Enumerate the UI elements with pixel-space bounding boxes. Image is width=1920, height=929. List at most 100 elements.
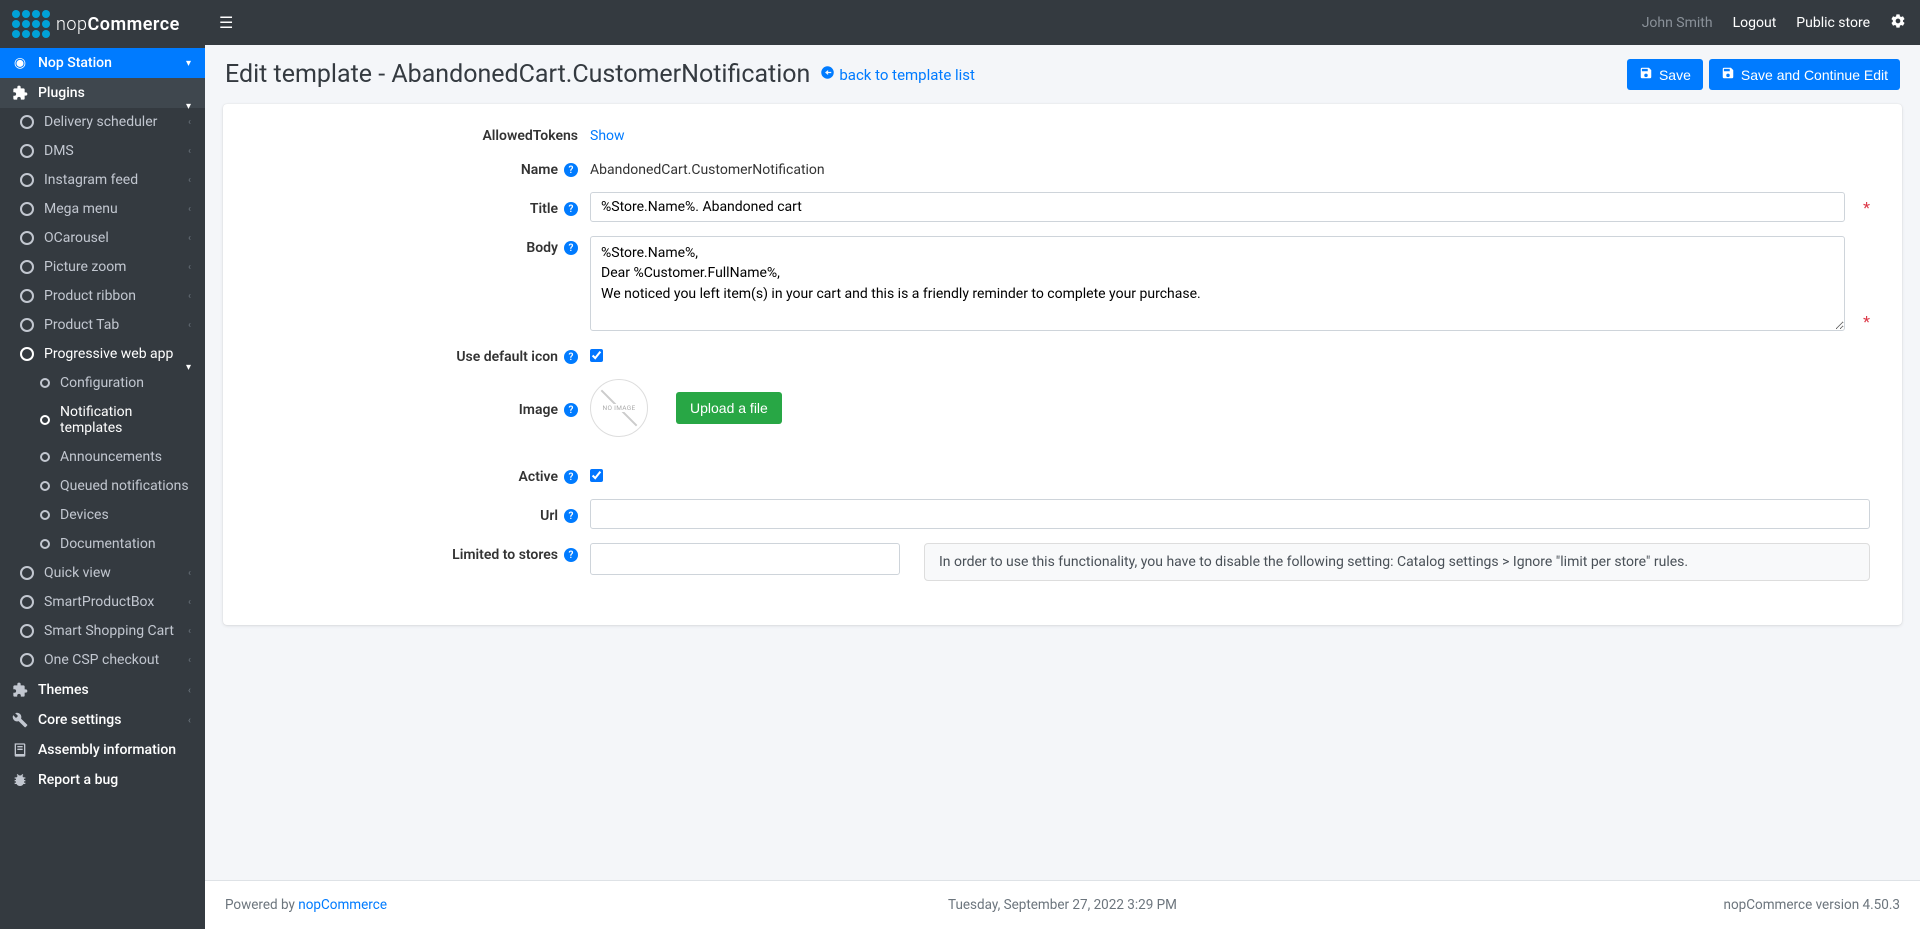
sidebar-item-report-bug[interactable]: Report a bug — [0, 765, 205, 795]
chevron-left-icon: ‹ — [188, 204, 191, 215]
sidebar-item-label: Themes — [38, 682, 89, 698]
sidebar-item[interactable]: OCarousel‹ — [0, 224, 205, 253]
title-input[interactable] — [590, 192, 1845, 222]
sidebar-item-label: Report a bug — [38, 772, 118, 788]
sidebar-item-themes[interactable]: Themes ‹ — [0, 675, 205, 705]
sidebar: nopCommerce ◉ Nop Station ▾ Plugins ▾ De… — [0, 0, 205, 929]
sidebar-item-assembly-info[interactable]: Assembly information — [0, 735, 205, 765]
logo-icon — [12, 10, 50, 38]
limited-stores-select[interactable] — [590, 543, 900, 575]
help-icon[interactable]: ? — [564, 470, 578, 484]
form-card: AllowedTokens Show Name ? AbandonedCart.… — [223, 104, 1902, 625]
settings-button[interactable] — [1890, 13, 1906, 33]
sidebar-item[interactable]: Quick view‹ — [0, 559, 205, 588]
sidebar-child-item[interactable]: Notification templates — [0, 398, 205, 443]
circle-icon — [20, 347, 34, 361]
sidebar-item-label: Configuration — [60, 375, 144, 391]
sidebar-item[interactable]: Smart Shopping Cart‹ — [0, 617, 205, 646]
name-label: Name — [521, 162, 558, 178]
circle-icon — [40, 510, 50, 520]
help-icon[interactable]: ? — [564, 241, 578, 255]
bug-icon — [12, 772, 28, 788]
sidebar-item[interactable]: Delivery scheduler‹ — [0, 108, 205, 137]
sidebar-child-item[interactable]: Devices — [0, 501, 205, 530]
image-label: Image — [519, 402, 558, 418]
body-textarea[interactable] — [590, 236, 1845, 331]
sidebar-item-label: Documentation — [60, 536, 156, 552]
sidebar-item-label: Nop Station — [38, 55, 112, 71]
save-continue-button[interactable]: Save and Continue Edit — [1709, 59, 1900, 90]
circle-icon — [40, 378, 50, 388]
main: ☰ John Smith Logout Public store Edit te… — [205, 0, 1920, 929]
circle-icon — [20, 318, 34, 332]
nopcommerce-link[interactable]: nopCommerce — [298, 897, 387, 913]
logo-text: nopCommerce — [56, 14, 180, 35]
sidebar-item-label: Product Tab — [44, 317, 119, 333]
arrow-left-circle-icon — [820, 65, 835, 84]
back-link[interactable]: back to template list — [820, 65, 975, 84]
show-tokens-link[interactable]: Show — [590, 124, 625, 144]
book-icon — [12, 742, 28, 758]
sidebar-item-label: Mega menu — [44, 201, 118, 217]
user-label: John Smith — [1642, 15, 1713, 31]
active-label: Active — [519, 469, 558, 485]
sidebar-item[interactable]: Mega menu ‹ — [0, 195, 205, 224]
allowed-tokens-label: AllowedTokens — [482, 128, 578, 144]
logout-link[interactable]: Logout — [1733, 15, 1777, 31]
footer: Powered by nopCommerce Tuesday, Septembe… — [205, 880, 1920, 929]
chevron-left-icon: ‹ — [188, 262, 191, 273]
sidebar-child-item[interactable]: Configuration — [0, 369, 205, 398]
circle-icon — [40, 539, 50, 549]
sidebar-item-label: Queued notifications — [60, 478, 189, 494]
sidebar-item-label: Picture zoom — [44, 259, 126, 275]
chevron-left-icon: ‹ — [188, 655, 191, 666]
sidebar-item[interactable]: Picture zoom ‹ — [0, 253, 205, 282]
help-icon[interactable]: ? — [564, 403, 578, 417]
logo[interactable]: nopCommerce — [0, 0, 205, 48]
sidebar-item[interactable]: Product ribbon‹ — [0, 282, 205, 311]
chevron-left-icon: ‹ — [188, 233, 191, 244]
sidebar-child-item[interactable]: Announcements — [0, 443, 205, 472]
chevron-left-icon: ‹ — [188, 117, 191, 128]
sidebar-item-plugins[interactable]: Plugins ▾ — [0, 78, 205, 108]
chevron-left-icon: ‹ — [188, 146, 191, 157]
required-star: * — [1863, 312, 1870, 331]
sidebar-toggle-button[interactable]: ☰ — [219, 13, 233, 32]
circle-icon — [20, 231, 34, 245]
chevron-left-icon: ‹ — [188, 291, 191, 302]
sidebar-item[interactable]: DMS‹ — [0, 137, 205, 166]
circle-icon — [20, 173, 34, 187]
sidebar-item-core-settings[interactable]: Core settings ‹ — [0, 705, 205, 735]
sidebar-item-nop-station[interactable]: ◉ Nop Station ▾ — [0, 48, 205, 78]
save-button[interactable]: Save — [1627, 59, 1703, 90]
circle-icon — [40, 415, 50, 425]
help-icon[interactable]: ? — [564, 350, 578, 364]
sidebar-item[interactable]: Product Tab‹ — [0, 311, 205, 340]
use-default-icon-checkbox[interactable] — [590, 349, 603, 362]
help-icon[interactable]: ? — [564, 202, 578, 216]
help-icon[interactable]: ? — [564, 163, 578, 177]
help-icon[interactable]: ? — [564, 548, 578, 562]
sidebar-item-label: SmartProductBox — [44, 594, 154, 610]
sidebar-item[interactable]: One CSP checkout‹ — [0, 646, 205, 675]
sidebar-child-item[interactable]: Queued notifications — [0, 472, 205, 501]
sidebar-child-item[interactable]: Documentation — [0, 530, 205, 559]
body-label: Body — [526, 240, 558, 256]
sidebar-item-pwa[interactable]: Progressive web app ▾ — [0, 340, 205, 369]
active-checkbox[interactable] — [590, 469, 603, 482]
help-icon[interactable]: ? — [564, 509, 578, 523]
public-store-link[interactable]: Public store — [1796, 15, 1870, 31]
no-image-placeholder: NO IMAGE — [590, 379, 648, 437]
sidebar-item[interactable]: Instagram feed‹ — [0, 166, 205, 195]
sidebar-item[interactable]: SmartProductBox‹ — [0, 588, 205, 617]
url-input[interactable] — [590, 499, 1870, 529]
wrench-icon — [12, 712, 28, 728]
circle-icon — [20, 653, 34, 667]
limited-info-box: In order to use this functionality, you … — [924, 543, 1870, 581]
sidebar-item-label: Notification templates — [60, 404, 193, 436]
upload-file-button[interactable]: Upload a file — [676, 392, 782, 424]
sidebar-item-label: Announcements — [60, 449, 162, 465]
sidebar-item-label: Smart Shopping Cart — [44, 623, 174, 639]
chevron-down-icon: ▾ — [186, 362, 191, 373]
name-value: AbandonedCart.CustomerNotification — [590, 158, 825, 178]
